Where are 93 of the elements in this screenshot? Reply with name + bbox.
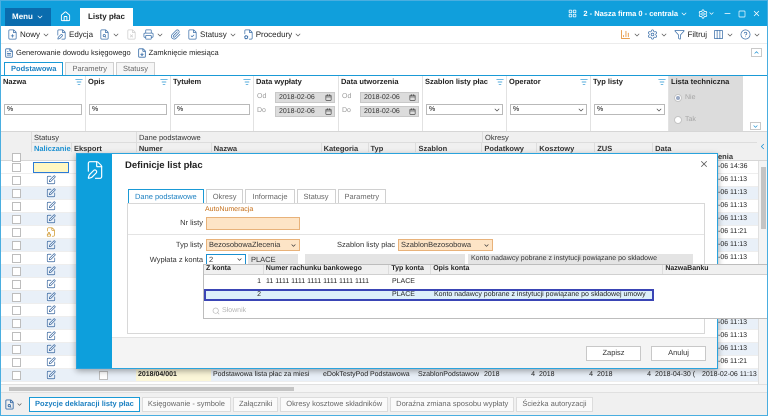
filter-options-icon[interactable]	[658, 78, 666, 86]
checkbox[interactable]	[12, 254, 20, 262]
checkbox[interactable]	[12, 228, 20, 236]
square-pen-icon	[46, 344, 56, 354]
filter-options-icon[interactable]	[160, 78, 168, 86]
file-gear-icon	[242, 29, 254, 40]
filter-options-icon[interactable]	[580, 78, 588, 86]
checkbox[interactable]	[12, 292, 20, 302]
square-pen-icon	[46, 175, 56, 185]
square-pen-icon	[46, 201, 56, 211]
settings-icon	[698, 8, 708, 18]
checkbox[interactable]	[12, 358, 20, 366]
collapse-button[interactable]	[751, 48, 762, 57]
chevron-down-icon	[290, 242, 297, 248]
chevron-up-icon	[753, 49, 760, 56]
checkbox[interactable]	[12, 306, 20, 314]
filter-icon	[674, 29, 686, 40]
edit-button[interactable]: Edycja	[53, 27, 96, 42]
file-down-icon	[136, 48, 147, 58]
checkbox[interactable]	[12, 344, 20, 354]
settings-icon	[647, 29, 658, 40]
checkbox[interactable]	[12, 202, 20, 210]
search-button[interactable]	[4, 398, 23, 410]
status-button[interactable]: Statusy	[184, 27, 240, 42]
radio-button[interactable]	[674, 94, 682, 102]
file-search-icon	[99, 29, 110, 40]
file-lock-icon	[46, 227, 56, 237]
chevron-down-icon	[16, 400, 23, 408]
apps-icon[interactable]	[568, 9, 578, 18]
checkbox[interactable]	[12, 280, 20, 288]
procedure-button[interactable]: Procedury	[240, 27, 306, 42]
collapse-panel-icon[interactable]	[758, 142, 767, 151]
new-button[interactable]: Nowy	[4, 27, 54, 42]
square-pen-icon	[46, 305, 56, 315]
square-pen-icon	[46, 253, 56, 263]
filter-options-icon[interactable]	[496, 78, 504, 86]
checkbox[interactable]	[12, 188, 20, 198]
search-icon	[212, 307, 220, 316]
square-pen-icon	[46, 214, 56, 224]
chevron-down-icon	[708, 10, 715, 17]
text-field[interactable]	[206, 216, 300, 230]
settings-button[interactable]	[698, 8, 715, 18]
checkbox[interactable]	[99, 370, 108, 380]
square-pen-icon	[46, 266, 56, 276]
maximize-button[interactable]	[738, 10, 746, 18]
close-icon[interactable]	[699, 159, 709, 169]
square-pen-icon	[46, 188, 56, 198]
radio-button[interactable]	[674, 116, 682, 124]
chevron-down-icon	[752, 122, 758, 130]
square-pen-icon	[46, 292, 56, 302]
checkbox[interactable]	[12, 162, 20, 172]
file-check-icon	[187, 29, 198, 40]
checkbox[interactable]	[12, 240, 20, 250]
square-pen-icon	[46, 318, 56, 328]
file-x-icon	[126, 29, 138, 40]
file-search-icon	[4, 398, 15, 410]
help-icon	[740, 29, 751, 40]
chevron-down-icon	[236, 256, 243, 263]
checkbox[interactable]	[12, 214, 20, 224]
home-icon[interactable]	[60, 11, 71, 22]
calendar-icon[interactable]	[409, 94, 416, 100]
calendar-icon[interactable]	[325, 94, 332, 100]
paperclip-icon	[170, 29, 182, 40]
dialog-title: Definicje list płac	[125, 159, 203, 173]
printer-icon	[143, 29, 154, 40]
file-pen-icon	[56, 29, 68, 40]
calendar-icon[interactable]	[409, 108, 416, 114]
filter-options-icon[interactable]	[243, 78, 251, 86]
checkbox[interactable]	[12, 176, 20, 184]
checkbox[interactable]	[12, 266, 20, 276]
square-pen-icon	[46, 357, 56, 367]
calendar-icon[interactable]	[325, 108, 332, 114]
module-tab[interactable]: Listy płac	[80, 8, 133, 26]
square-pen-icon	[46, 331, 56, 341]
bar-chart-icon	[620, 29, 632, 40]
expand-button[interactable]	[750, 122, 760, 130]
file-text-icon	[4, 48, 14, 58]
square-pen-icon	[46, 279, 56, 289]
filter-button[interactable]: Filtruj	[671, 27, 710, 42]
file-plus-icon	[7, 29, 18, 40]
checkbox[interactable]	[12, 370, 20, 380]
chevron-down-icon	[36, 13, 44, 21]
square-pen-icon	[46, 370, 56, 380]
menu-button[interactable]: Menu	[5, 8, 51, 26]
checkbox[interactable]	[12, 318, 20, 328]
columns-icon	[713, 29, 724, 40]
checkbox[interactable]	[12, 152, 20, 162]
close-button[interactable]	[752, 9, 761, 18]
square-pen-icon	[46, 240, 56, 250]
checkbox[interactable]	[12, 332, 20, 340]
chevron-down-icon	[483, 242, 490, 248]
scrollbar-thumb[interactable]	[760, 167, 766, 229]
filter-options-icon[interactable]	[75, 78, 83, 86]
